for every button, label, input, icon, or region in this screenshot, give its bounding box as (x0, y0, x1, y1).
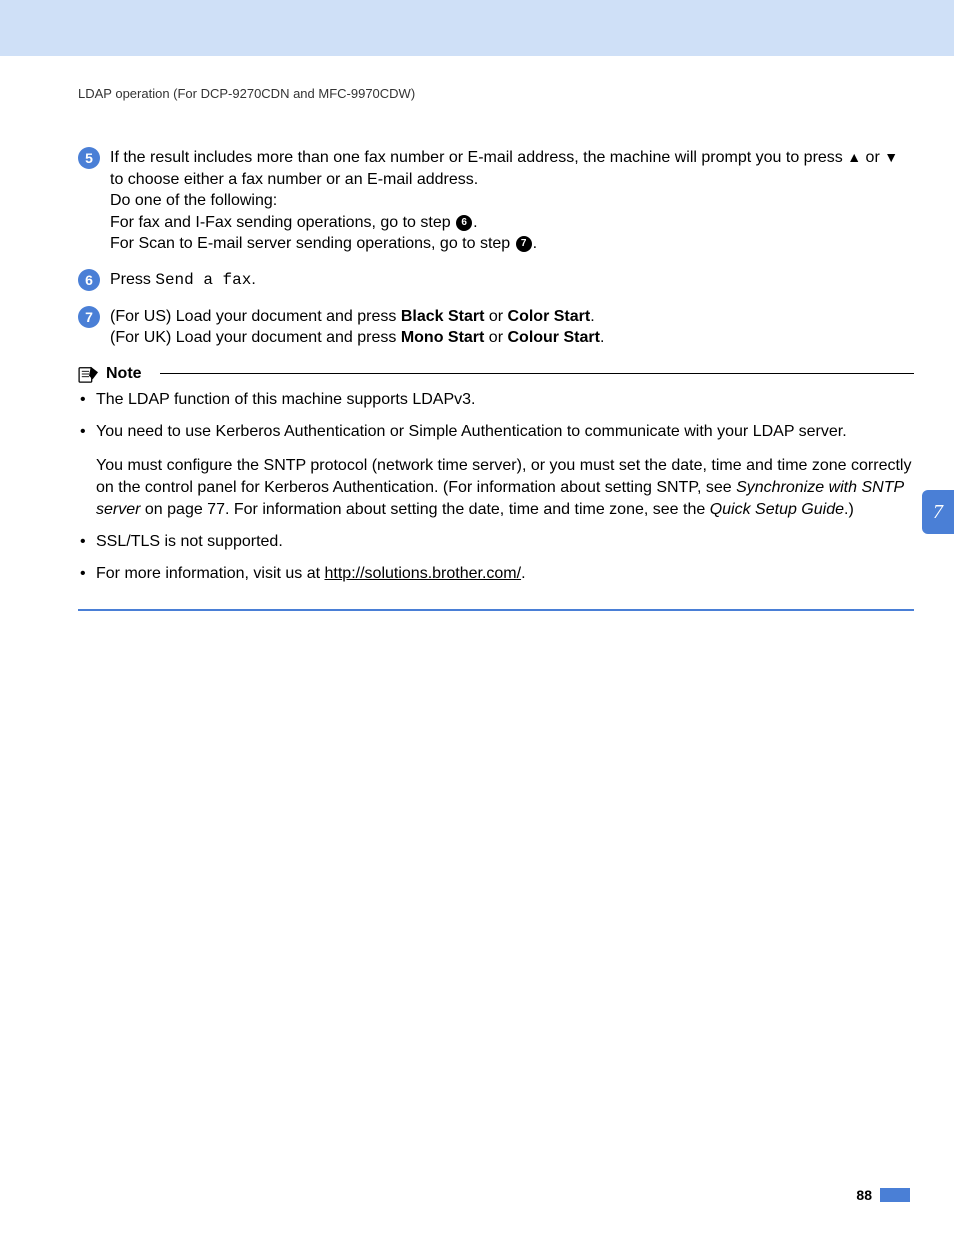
step-ref-7-icon: 7 (516, 236, 532, 252)
text: For fax and I-Fax sending operations, go… (110, 214, 455, 231)
step-list: 5 If the result includes more than one f… (78, 147, 914, 349)
text: . (600, 329, 604, 346)
note-header: Note (78, 365, 914, 383)
bold-text: Colour Start (507, 329, 599, 346)
note-rule (160, 373, 914, 374)
step-body: (For US) Load your document and press Bl… (110, 306, 914, 349)
text: The LDAP function of this machine suppor… (96, 391, 475, 408)
text: or (861, 149, 884, 166)
text: . (473, 214, 477, 231)
list-item: SSL/TLS is not supported. (96, 531, 914, 553)
step-6: 6 Press Send a fax. (78, 269, 914, 292)
footer-accent (880, 1188, 910, 1202)
sub-paragraph: You must configure the SNTP protocol (ne… (96, 455, 914, 521)
text: Do one of the following: (110, 192, 277, 209)
step-5: 5 If the result includes more than one f… (78, 147, 914, 255)
page-number: 88 (856, 1187, 872, 1203)
text: SSL/TLS is not supported. (96, 533, 283, 550)
step-body: Press Send a fax. (110, 269, 914, 292)
text: For more information, visit us at (96, 565, 325, 582)
text: For Scan to E-mail server sending operat… (110, 235, 515, 252)
bold-text: Black Start (401, 308, 485, 325)
text: or (484, 329, 507, 346)
text: to choose either a fax number or an E-ma… (110, 171, 478, 188)
text: or (484, 308, 507, 325)
chapter-tab: 7 (922, 490, 954, 534)
list-item: You need to use Kerberos Authentication … (96, 421, 914, 521)
list-item: For more information, visit us at http:/… (96, 563, 914, 585)
text: . (533, 235, 537, 252)
link-text[interactable]: http://solutions.brother.com/ (325, 565, 522, 582)
italic-text: Quick Setup Guide (710, 501, 844, 518)
note-title: Note (106, 365, 142, 383)
step-body: If the result includes more than one fax… (110, 147, 914, 255)
text: . (251, 271, 255, 288)
text: Press (110, 271, 155, 288)
text: If the result includes more than one fax… (110, 149, 847, 166)
page-footer: 88 (856, 1187, 910, 1203)
command-text: Send a fax (155, 271, 251, 289)
text: . (521, 565, 525, 582)
text: . (590, 308, 594, 325)
step-marker: 6 (78, 269, 100, 291)
text: on page 77. For information about settin… (140, 501, 709, 518)
text: (For US) Load your document and press (110, 308, 401, 325)
note-list: The LDAP function of this machine suppor… (78, 389, 914, 586)
list-item: The LDAP function of this machine suppor… (96, 389, 914, 411)
step-marker: 5 (78, 147, 100, 169)
down-arrow-icon: ▼ (884, 149, 898, 165)
bold-text: Mono Start (401, 329, 485, 346)
up-arrow-icon: ▲ (847, 149, 861, 165)
note-block: Note The LDAP function of this machine s… (78, 365, 914, 612)
step-marker: 7 (78, 306, 100, 328)
bold-text: Color Start (508, 308, 591, 325)
text: You need to use Kerberos Authentication … (96, 423, 847, 440)
step-ref-6-icon: 6 (456, 215, 472, 231)
note-icon (78, 365, 100, 383)
section-header: LDAP operation (For DCP-9270CDN and MFC-… (78, 86, 914, 101)
text: (For UK) Load your document and press (110, 329, 401, 346)
header-band (0, 0, 954, 56)
text: .) (844, 501, 854, 518)
step-7: 7 (For US) Load your document and press … (78, 306, 914, 349)
